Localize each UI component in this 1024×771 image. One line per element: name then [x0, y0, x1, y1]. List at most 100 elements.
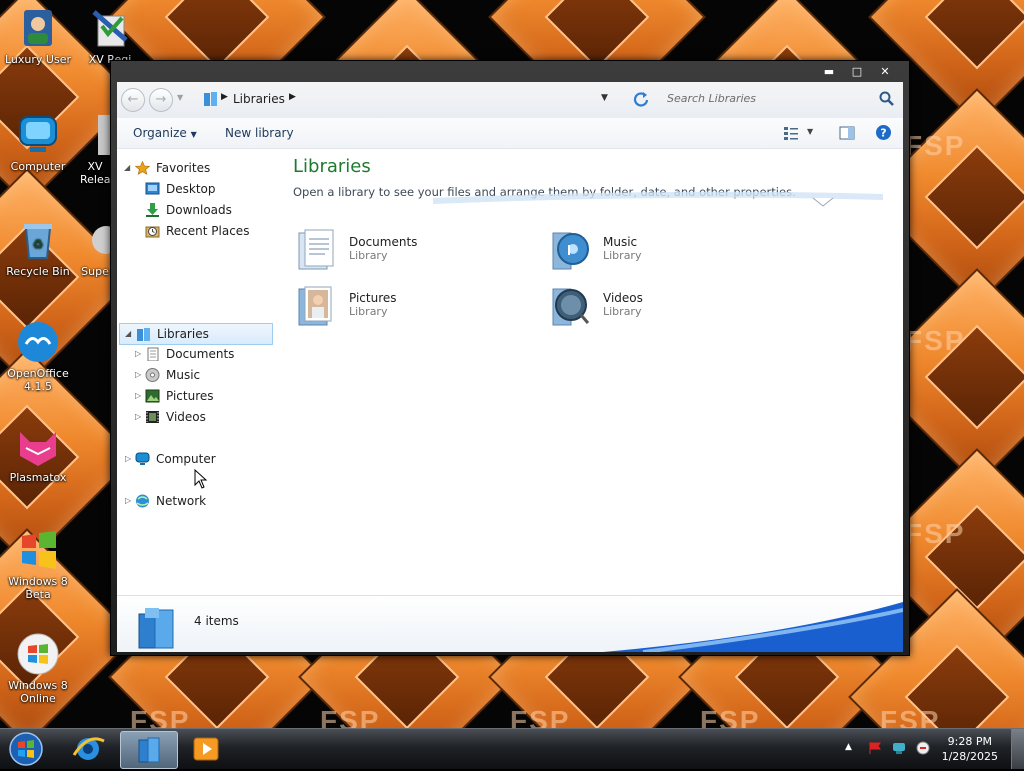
organize-label: Organize — [133, 126, 187, 140]
desktop-icon-computer[interactable]: Computer — [0, 113, 76, 173]
documents-library-icon — [298, 229, 334, 270]
library-type: Library — [603, 249, 642, 262]
search-icon[interactable] — [879, 91, 895, 107]
nav-item-label: Videos — [166, 410, 206, 424]
expand-arrow-icon[interactable]: ▷ — [135, 407, 141, 427]
action-center-flag-icon[interactable] — [868, 741, 882, 755]
nav-item-label: Pictures — [166, 389, 214, 403]
view-options-icon[interactable] — [783, 125, 799, 141]
collapse-arrow-icon[interactable]: ◢ — [125, 324, 131, 344]
registry-icon — [88, 6, 132, 50]
music-library-icon — [552, 232, 589, 270]
expand-arrow-icon[interactable]: ▷ — [125, 449, 131, 469]
nav-network[interactable]: ▷ Network — [117, 491, 277, 511]
desktop-icon-openoffice[interactable]: OpenOffice 4.1.5 — [0, 320, 76, 393]
refresh-icon[interactable] — [633, 91, 649, 107]
new-library-button[interactable]: New library — [225, 126, 294, 140]
libraries-icon — [204, 92, 217, 106]
windows-orb-icon — [16, 632, 60, 676]
desktop-icon-label: Luxury User — [5, 53, 71, 66]
nav-libraries[interactable]: ◢ Libraries — [119, 323, 273, 345]
expand-arrow-icon[interactable]: ▷ — [135, 386, 141, 406]
plasmatox-icon — [16, 424, 60, 468]
search-input[interactable]: Search Libraries — [653, 87, 899, 111]
wallpaper-watermark: FSP — [905, 518, 966, 549]
media-player-icon — [193, 737, 219, 761]
expand-arrow-icon[interactable]: ▷ — [125, 491, 131, 511]
library-videos[interactable]: Videos Library — [551, 285, 771, 329]
desktop-icon-label: Supe — [81, 265, 109, 278]
help-icon[interactable]: ? — [875, 124, 892, 141]
computer-icon — [16, 113, 60, 157]
taskbar-internet-explorer[interactable] — [60, 731, 116, 767]
nav-favorites[interactable]: ◢ Favorites — [117, 158, 277, 178]
breadcrumb-chevron-icon[interactable]: ▶ — [289, 92, 296, 102]
desktop-icon-label: OpenOffice 4.1.5 — [7, 367, 69, 393]
desktop-icon-plasmatox[interactable]: Plasmatox — [0, 424, 76, 484]
desktop-icon-windows-8-online[interactable]: Windows 8 Online — [0, 632, 76, 705]
desktop-icon-windows-8-beta[interactable]: Windows 8 Beta — [0, 528, 76, 601]
library-music[interactable]: Music Library — [551, 229, 771, 273]
organize-button[interactable]: Organize ▼ — [133, 126, 197, 140]
nav-item-documents[interactable]: ▷ Documents — [117, 344, 277, 364]
taskbar-windows-explorer[interactable] — [120, 731, 178, 769]
app-icon — [80, 218, 110, 262]
recent-pages-dropdown-icon[interactable]: ▼ — [177, 93, 183, 102]
nav-computer[interactable]: ▷ Computer — [117, 449, 277, 469]
desktop-icon-xv-regi[interactable]: XV Regi — [80, 6, 140, 66]
svg-text:?: ? — [880, 127, 886, 140]
library-documents[interactable]: Documents Library — [297, 229, 517, 273]
nav-item-downloads[interactable]: Downloads — [117, 200, 277, 220]
nav-item-recent-places[interactable]: Recent Places — [117, 221, 277, 241]
forward-button[interactable]: → — [149, 88, 173, 112]
minimize-button[interactable]: ▬ — [817, 65, 841, 79]
desktop-icon-supe[interactable]: Supe — [80, 218, 110, 278]
nav-item-label: Music — [166, 368, 201, 382]
videos-library-icon — [552, 288, 589, 326]
libraries-icon — [137, 328, 150, 341]
header-wave-decoration — [432, 191, 883, 207]
nav-item-videos[interactable]: ▷ Videos — [117, 407, 277, 427]
nav-item-music[interactable]: ▷ Music — [117, 365, 277, 385]
nav-item-desktop[interactable]: Desktop — [117, 179, 277, 199]
show-desktop-button[interactable] — [1011, 729, 1024, 769]
network-tray-icon[interactable] — [892, 741, 906, 755]
item-count: 4 items — [194, 614, 239, 628]
user-icon — [16, 6, 60, 50]
collapse-arrow-icon[interactable]: ◢ — [124, 158, 130, 178]
breadcrumb-separator-icon: ▶ — [221, 92, 228, 102]
desktop-icon-xv-relea[interactable]: XV Relea — [80, 113, 110, 186]
recent-places-icon — [145, 226, 160, 238]
close-button[interactable]: ✕ — [873, 65, 897, 79]
view-dropdown-icon[interactable]: ▼ — [807, 127, 813, 136]
wallpaper-watermark: FSP — [905, 325, 966, 356]
breadcrumb-libraries[interactable]: Libraries — [233, 92, 285, 106]
start-button[interactable] — [8, 731, 44, 767]
preview-pane-icon[interactable] — [839, 125, 855, 141]
back-button[interactable]: ← — [121, 88, 145, 112]
show-hidden-icons-button[interactable]: ▲ — [845, 742, 852, 752]
taskbar-media-player[interactable] — [178, 731, 234, 767]
clock-date: 1/28/2025 — [941, 750, 998, 763]
maximize-button[interactable]: □ — [845, 65, 869, 79]
videos-icon — [146, 411, 159, 423]
library-pictures[interactable]: Pictures Library — [297, 285, 517, 329]
desktop-icon-label: Plasmatox — [9, 471, 67, 484]
library-type: Library — [603, 305, 642, 318]
system-clock[interactable]: 9:28 PM 1/28/2025 — [942, 734, 998, 764]
expand-arrow-icon[interactable]: ▷ — [135, 365, 141, 385]
volume-tray-icon[interactable] — [916, 741, 930, 755]
taskbar: ▲ 9:28 PM 1/28/2025 — [0, 728, 1024, 769]
downloads-icon — [146, 203, 159, 217]
address-dropdown-icon[interactable]: ▼ — [601, 93, 608, 103]
desktop-icon-recycle-bin[interactable]: ♻ Recycle Bin — [0, 218, 76, 278]
libraries-icon — [138, 737, 160, 763]
desktop-icon-label: Windows 8 Beta — [8, 575, 68, 601]
breadcrumb[interactable]: ▶ Libraries ▶ ▼ — [197, 87, 617, 111]
expand-arrow-icon[interactable]: ▷ — [135, 344, 141, 364]
desktop-icon-luxury-user[interactable]: Luxury User — [0, 6, 76, 66]
library-name: Videos — [603, 291, 643, 305]
status-swoosh-decoration — [603, 602, 903, 652]
nav-item-pictures[interactable]: ▷ Pictures — [117, 386, 277, 406]
details-pane: 4 items — [117, 595, 903, 652]
